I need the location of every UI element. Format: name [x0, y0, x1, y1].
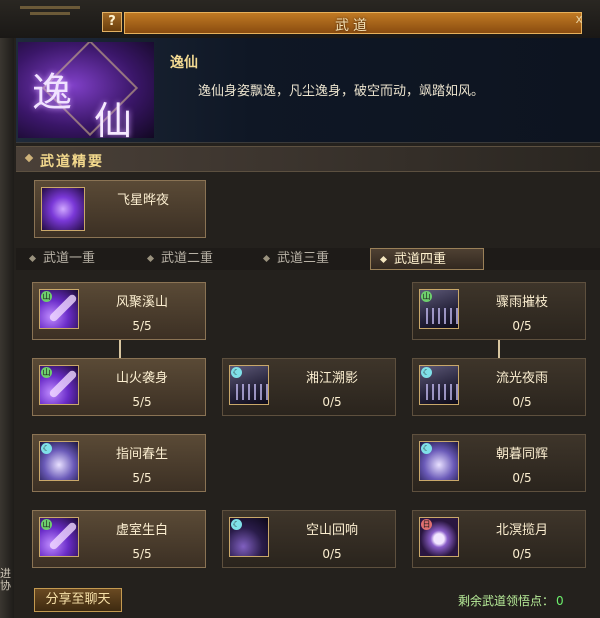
skill-count: 5/5 [132, 547, 152, 561]
title-tab: 武道 [124, 12, 582, 34]
skill-name: 空山回响 [305, 523, 358, 538]
purple-swipe-icon: 山 [39, 289, 79, 329]
tab-label: 武道一重 [43, 251, 96, 266]
core-skill-card[interactable]: 飞星晔夜 [34, 180, 206, 238]
purple-swipe-icon: 山 [39, 517, 79, 557]
skill-card[interactable]: 山 风聚溪山 5/5 [32, 282, 206, 340]
skill-card[interactable]: ☾ 朝暮同辉 0/5 [412, 434, 586, 492]
silver-streak-icon: 山 [419, 289, 459, 329]
remaining-points: 剩余武道领悟点： 0 [458, 592, 564, 609]
skill-name: 山火袭身 [115, 371, 168, 386]
share-to-chat-button[interactable]: 分享至聊天 [34, 588, 122, 612]
mountain-badge-icon: 山 [41, 367, 52, 378]
window-left-frame [0, 0, 14, 618]
moon-badge-icon: ☾ [231, 367, 242, 378]
skill-card[interactable]: ☾ 湘江溯影 0/5 [222, 358, 396, 416]
skill-count: 5/5 [132, 319, 152, 333]
skill-name: 风聚溪山 [115, 295, 168, 310]
tab-tier-2[interactable]: 武道二重 [146, 248, 252, 270]
points-label: 剩余武道领悟点： [458, 594, 555, 608]
ninja-leap-icon [41, 187, 85, 231]
skill-name: 骤雨摧枝 [495, 295, 548, 310]
skill-card[interactable]: 山 骤雨摧枝 0/5 [412, 282, 586, 340]
tab-label: 武道三重 [277, 251, 330, 266]
skill-connector-line [119, 340, 121, 360]
silver-streak-icon: ☾ [419, 365, 459, 405]
mountain-badge-icon: 山 [41, 291, 52, 302]
skill-card[interactable]: ☾ 空山回响 0/5 [222, 510, 396, 568]
diamond-bullet-icon [28, 254, 37, 263]
skill-count: 0/5 [322, 395, 342, 409]
window-title: 武道 [335, 18, 371, 34]
skill-count: 0/5 [322, 547, 342, 561]
core-skill-name: 飞星晔夜 [116, 193, 169, 208]
skill-name: 虚室生白 [115, 523, 168, 538]
mountain-badge-icon: 山 [421, 291, 432, 302]
skill-count: 0/5 [512, 395, 532, 409]
dark-swipe-icon: ☾ [229, 517, 269, 557]
skill-count: 5/5 [132, 395, 152, 409]
silver-streak-icon: ☾ [229, 365, 269, 405]
help-button[interactable]: ? [102, 12, 122, 32]
diamond-bullet-icon [379, 255, 388, 264]
skill-count: 0/5 [512, 319, 532, 333]
diamond-bullet-icon [146, 254, 155, 263]
tab-tier-3[interactable]: 武道三重 [262, 248, 368, 270]
moon-ring-icon: 日 [419, 517, 459, 557]
emblem-char-1: 逸 [32, 70, 72, 116]
moon-badge-icon: ☾ [421, 443, 432, 454]
purple-swipe-icon: 山 [39, 365, 79, 405]
moon-badge-icon: ☾ [41, 443, 52, 454]
hero-name: 逸仙 [170, 55, 198, 71]
close-button[interactable]: x [572, 12, 586, 26]
mountain-badge-icon: 山 [41, 519, 52, 530]
skill-count: 0/5 [512, 471, 532, 485]
diamond-bullet-icon [24, 153, 34, 163]
tab-label: 武道二重 [161, 251, 214, 266]
titlebar-ornament [20, 6, 80, 9]
diamond-bullet-icon [262, 254, 271, 263]
pale-figure-icon: ☾ [419, 441, 459, 481]
titlebar-ornament [30, 12, 70, 15]
skill-connector-line [498, 340, 500, 360]
skill-card[interactable]: ☾ 流光夜雨 0/5 [412, 358, 586, 416]
emblem-char-2: 仙 [94, 99, 133, 138]
moon-badge-icon: ☾ [421, 367, 432, 378]
skill-count: 0/5 [512, 547, 532, 561]
skill-name: 流光夜雨 [495, 371, 548, 386]
skill-name: 北溟揽月 [495, 523, 548, 538]
skill-name: 朝暮同辉 [495, 447, 548, 462]
skill-card[interactable]: ☾ 指间春生 5/5 [32, 434, 206, 492]
hero-description: 逸仙身姿飘逸，凡尘逸身，破空而动，飒踏如风。 [198, 84, 485, 99]
skill-name: 指间春生 [115, 447, 168, 462]
section-title: 武道精要 [40, 154, 104, 170]
tab-tier-4[interactable]: 武道四重 [370, 248, 484, 270]
sun-badge-icon: 日 [421, 519, 432, 530]
tab-tier-1[interactable]: 武道一重 [28, 248, 134, 270]
skill-card[interactable]: 日 北溟揽月 0/5 [412, 510, 586, 568]
skill-count: 5/5 [132, 471, 152, 485]
skill-card[interactable]: 山 虚室生白 5/5 [32, 510, 206, 568]
side-text-fragment: 进 协 [0, 567, 11, 592]
points-value: 0 [556, 594, 564, 608]
skill-card[interactable]: 山 山火袭身 5/5 [32, 358, 206, 416]
blue-orb-icon: ☾ [39, 441, 79, 481]
tab-label: 武道四重 [394, 252, 447, 267]
moon-badge-icon: ☾ [231, 519, 242, 530]
skill-name: 湘江溯影 [305, 371, 358, 386]
hero-emblem: 逸 仙 [18, 42, 154, 138]
